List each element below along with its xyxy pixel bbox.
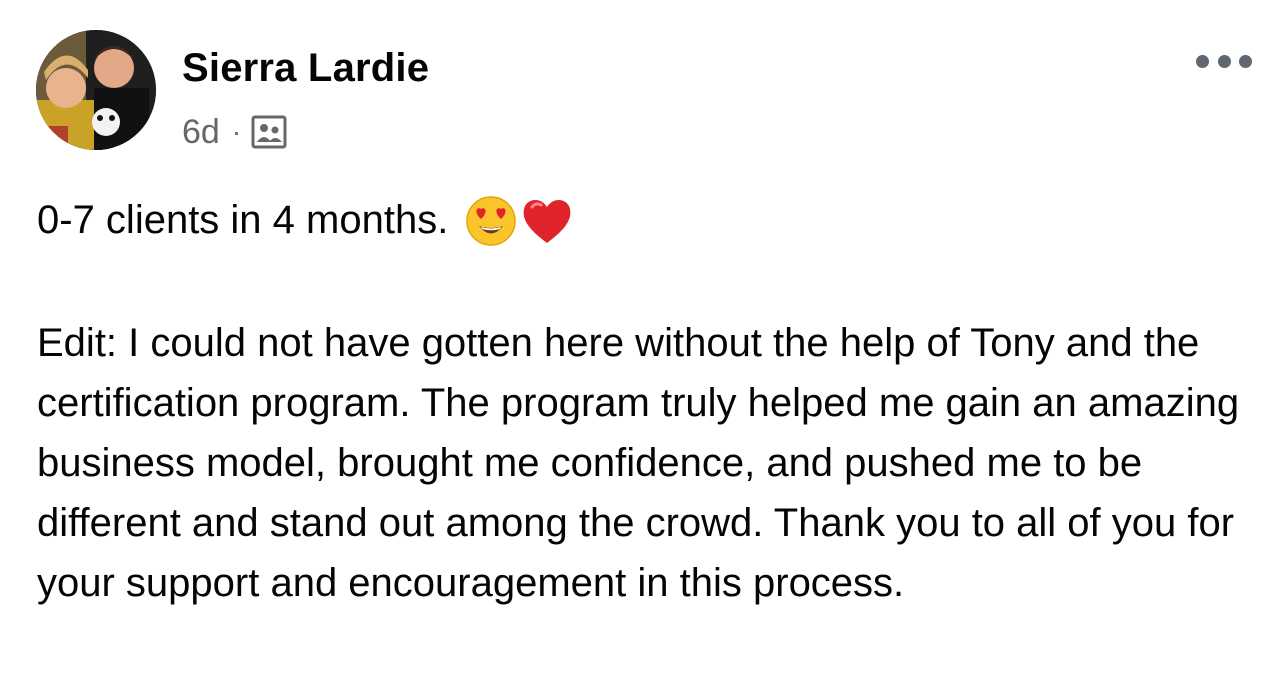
meta-separator: · xyxy=(231,116,242,147)
red-heart-emoji xyxy=(520,193,574,247)
post-body-paragraph: Edit: I could not have gotten here witho… xyxy=(37,321,1240,605)
more-dots-icon xyxy=(1239,54,1252,68)
more-dots-icon xyxy=(1217,54,1231,68)
post-text: 0-7 clients in 4 months. Edit: I could n… xyxy=(37,190,1252,613)
more-options-button[interactable] xyxy=(1196,46,1252,76)
author-name[interactable]: Sierra Lardie xyxy=(182,46,429,91)
post-card: Sierra Lardie 6d · 0-7 clients in 4 mont… xyxy=(0,0,1284,697)
post-time[interactable]: 6d xyxy=(182,113,220,152)
post-meta: 6d · xyxy=(182,110,287,154)
more-dots-icon xyxy=(1196,54,1209,68)
author-avatar[interactable] xyxy=(36,30,156,150)
heart-eyes-emoji xyxy=(464,193,518,247)
post-headline-line: 0-7 clients in 4 months. xyxy=(37,190,1252,250)
group-icon xyxy=(251,114,287,150)
avatar-photo xyxy=(36,30,156,150)
post-headline: 0-7 clients in 4 months. xyxy=(37,198,449,242)
